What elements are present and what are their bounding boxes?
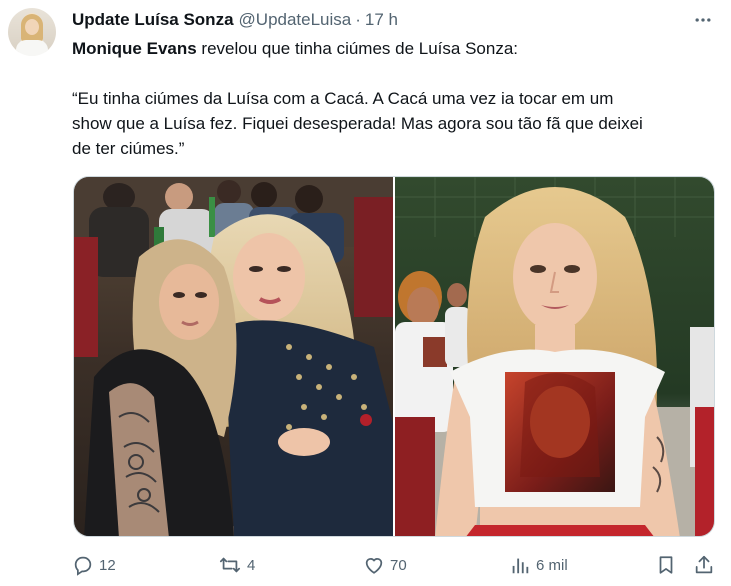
- tweet-media: [73, 176, 715, 537]
- reply-count: 12: [99, 556, 116, 574]
- like-count: 70: [390, 556, 407, 574]
- photo-two-women-restaurant[interactable]: [74, 177, 393, 536]
- bookmark-button[interactable]: [655, 552, 677, 578]
- separator-dot: ·: [355, 10, 361, 29]
- views-icon: [512, 558, 529, 574]
- avatar-face: [25, 19, 39, 35]
- photo-blonde-woman-tshirt[interactable]: [395, 177, 714, 536]
- bookmark-icon: [659, 556, 673, 574]
- retweet-button[interactable]: 4: [218, 552, 255, 578]
- retweet-count: 4: [247, 556, 256, 574]
- like-icon: [365, 558, 383, 574]
- like-button[interactable]: 70: [363, 552, 407, 578]
- tweet-first-line: Monique Evans revelou que tinha ciúmes d…: [72, 36, 712, 61]
- views-button[interactable]: 6 mil: [509, 552, 568, 578]
- author-avatar[interactable]: [8, 8, 56, 56]
- quote-line-3: de ter ciúmes.”: [72, 139, 185, 158]
- quote-line-2: show que a Luísa fez. Fiquei desesperada…: [72, 114, 643, 133]
- reply-icon: [74, 556, 92, 576]
- tweet-text: Monique Evans revelou que tinha ciúmes d…: [72, 36, 712, 161]
- tweet-header: Update Luísa Sonza @UpdateLuisa · 17 h: [72, 9, 398, 31]
- tweet-time[interactable]: 17 h: [365, 10, 398, 30]
- more-icon[interactable]: [691, 8, 715, 32]
- quote-line-1: “Eu tinha ciúmes da Luísa com a Cacá. A …: [72, 89, 614, 108]
- avatar-shirt: [16, 40, 48, 56]
- tweet-actions: 12 4 70 6 mil: [72, 552, 717, 578]
- tweet-first-line-rest: revelou que tinha ciúmes de Luísa Sonza:: [196, 39, 519, 58]
- author-handle[interactable]: @UpdateLuisa: [239, 10, 352, 30]
- share-icon: [695, 555, 713, 574]
- reply-button[interactable]: 12: [72, 552, 116, 578]
- author-name[interactable]: Update Luísa Sonza: [72, 10, 234, 30]
- views-count: 6 mil: [536, 556, 568, 574]
- retweet-icon: [219, 557, 241, 573]
- mentioned-person: Monique Evans: [72, 39, 197, 58]
- share-button[interactable]: [693, 552, 715, 578]
